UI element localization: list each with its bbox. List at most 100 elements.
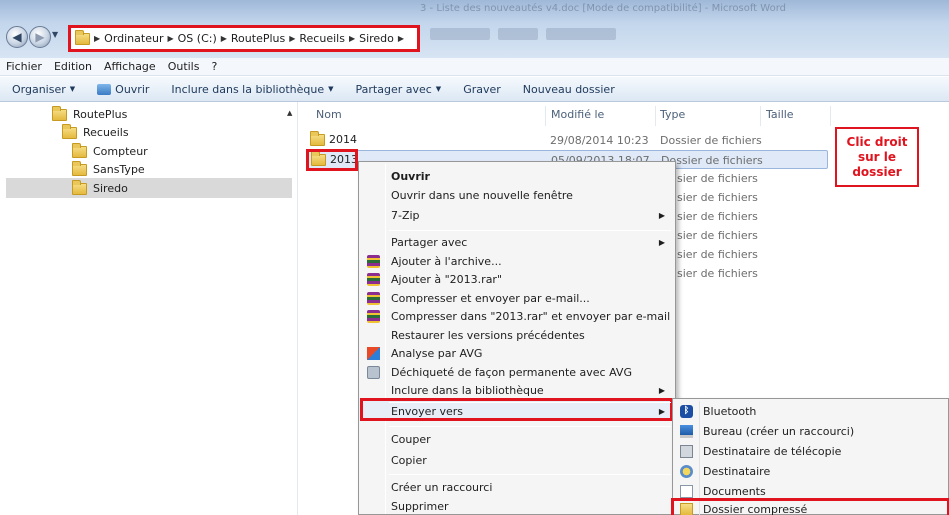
annotation-line: dossier — [852, 165, 902, 179]
open-icon — [97, 83, 112, 95]
breadcrumb-drive[interactable]: OS (C:) — [178, 32, 217, 45]
nouveau-dossier-button[interactable]: Nouveau dossier — [523, 83, 615, 96]
ctx-analyse-avg[interactable]: Analyse par AVG — [359, 344, 675, 363]
menu-help[interactable]: ? — [211, 60, 217, 73]
type-fragment: sier de fichiers — [677, 267, 758, 280]
sendto-bluetooth[interactable]: ᛒ Bluetooth — [673, 402, 948, 421]
chevron-right-icon[interactable]: ▶ — [289, 34, 295, 43]
inclure-bibliotheque-button[interactable]: Inclure dans la bibliothèque ▼ — [171, 83, 333, 96]
ctx-compresser-rar-email[interactable]: Compresser dans "2013.rar" et envoyer pa… — [359, 307, 675, 326]
annotation-line: Clic droit — [846, 135, 908, 149]
ctx-partager-avec[interactable]: Partager avec ▶ — [359, 233, 675, 252]
ctx-supprimer[interactable]: Supprimer — [359, 497, 675, 515]
nouveau-dossier-label: Nouveau dossier — [522, 82, 615, 96]
partager-button[interactable]: Partager avec ▼ — [356, 83, 442, 96]
chevron-right-icon[interactable]: ▶ — [167, 34, 173, 43]
organiser-button[interactable]: Organiser ▼ — [12, 83, 75, 96]
ctx-inclure-bibliotheque[interactable]: Inclure dans la bibliothèque ▶ — [359, 381, 675, 400]
sendto-telecopie[interactable]: Destinataire de télécopie — [673, 442, 948, 461]
ctx-7zip[interactable]: 7-Zip ▶ — [359, 206, 675, 225]
chevron-right-icon[interactable]: ▶ — [349, 34, 355, 43]
tree-item-label: SansType — [93, 163, 145, 176]
navigation-pane[interactable] — [0, 102, 298, 515]
menu-affichage[interactable]: Affichage — [104, 60, 156, 73]
scroll-up-icon[interactable]: ▲ — [287, 109, 292, 117]
chevron-right-icon[interactable]: ▶ — [221, 34, 227, 43]
chevron-down-icon: ▼ — [69, 85, 76, 93]
menu-separator — [389, 426, 671, 427]
tree-item-sanstype[interactable]: SansType — [72, 160, 145, 179]
organiser-label: Organiser — [12, 82, 66, 96]
column-header-taille[interactable]: Taille — [766, 108, 794, 121]
tree-item-recueils[interactable]: Recueils — [62, 123, 129, 142]
menu-fichier[interactable]: Fichier — [6, 60, 42, 73]
chevron-right-icon[interactable]: ▶ — [398, 34, 404, 43]
folder-icon — [310, 130, 325, 146]
column-divider[interactable] — [545, 106, 546, 126]
blurred-toolbar-area — [430, 28, 670, 48]
column-divider[interactable] — [655, 106, 656, 126]
ouvrir-button[interactable]: Ouvrir — [97, 83, 149, 96]
file-row-2014[interactable]: 2014 29/08/2014 10:23 Dossier de fichier… — [308, 130, 828, 150]
ctx-copier[interactable]: Copier — [359, 451, 675, 470]
window-title: 3 - Liste des nouveautés v4.doc [Mode de… — [420, 3, 786, 14]
tree-item-compteur[interactable]: Compteur — [72, 142, 148, 161]
ctx-ouvrir[interactable]: Ouvrir — [359, 167, 675, 186]
menu-separator — [389, 230, 671, 231]
ctx-dechiquete-avg[interactable]: Déchiqueté de façon permanente avec AVG — [359, 363, 675, 382]
chevron-right-icon[interactable]: ▶ — [94, 34, 100, 43]
breadcrumb-routeplus[interactable]: RoutePlus — [231, 32, 285, 45]
column-header-type[interactable]: Type — [660, 108, 685, 121]
mail-recipient-icon — [680, 465, 693, 478]
winrar-icon — [367, 292, 380, 305]
ctx-creer-raccourci[interactable]: Créer un raccourci — [359, 478, 675, 497]
forward-button[interactable]: ▶ — [29, 26, 51, 48]
sendto-destinataire[interactable]: Destinataire — [673, 462, 948, 481]
tree-item-label: Compteur — [93, 145, 148, 158]
ctx-ouvrir-nouvelle-fenetre[interactable]: Ouvrir dans une nouvelle fenêtre — [359, 186, 675, 205]
column-divider[interactable] — [760, 106, 761, 126]
breadcrumb-ordinateur[interactable]: Ordinateur — [104, 32, 163, 45]
ctx-couper[interactable]: Couper — [359, 430, 675, 449]
column-divider[interactable] — [830, 106, 831, 126]
ctx-compresser-email[interactable]: Compresser et envoyer par e-mail... — [359, 289, 675, 308]
ouvrir-label: Ouvrir — [115, 82, 150, 96]
menu-outils[interactable]: Outils — [168, 60, 200, 73]
ctx-ajouter-archive[interactable]: Ajouter à l'archive... — [359, 252, 675, 271]
menu-edition[interactable]: Edition — [54, 60, 92, 73]
dossier-compresse-highlight — [671, 498, 949, 515]
type-fragment: sier de fichiers — [677, 248, 758, 261]
ctx-compresser-email-label: Compresser et envoyer par e-mail... — [391, 292, 590, 305]
ctx-7zip-label: 7-Zip — [391, 209, 420, 222]
ctx-envoyer-vers[interactable]: Envoyer vers ▶ — [359, 402, 675, 421]
documents-icon — [680, 485, 693, 498]
inclure-label: Inclure dans la bibliothèque — [171, 82, 325, 96]
ctx-ajouter-rar[interactable]: Ajouter à "2013.rar" — [359, 270, 675, 289]
sendto-telecopie-label: Destinataire de télécopie — [703, 445, 842, 458]
breadcrumb-recueils[interactable]: Recueils — [299, 32, 345, 45]
tree-item-routeplus[interactable]: RoutePlus — [52, 105, 127, 124]
tree-item-siredo[interactable]: Siredo — [72, 179, 128, 198]
shredder-icon — [367, 366, 380, 379]
annotation-line: sur le — [857, 150, 897, 164]
recent-pages-dropdown[interactable]: ▼ — [52, 30, 62, 44]
tree-item-label: Siredo — [93, 182, 128, 195]
type-fragment: sier de fichiers — [677, 172, 758, 185]
fax-icon — [680, 445, 693, 458]
context-menu: Ouvrir Ouvrir dans une nouvelle fenêtre … — [358, 161, 676, 515]
tree-item-label: Recueils — [83, 126, 129, 139]
tree-selection-highlight — [6, 178, 292, 198]
folder-icon — [75, 29, 90, 45]
column-header-modifie[interactable]: Modifié le — [551, 108, 604, 121]
submenu-arrow-icon: ▶ — [658, 211, 665, 220]
back-button[interactable]: ◀ — [6, 26, 28, 48]
ctx-restaurer-versions[interactable]: Restaurer les versions précédentes — [359, 326, 675, 345]
address-bar[interactable]: ▶ Ordinateur ▶ OS (C:) ▶ RoutePlus ▶ Rec… — [68, 25, 420, 52]
graver-button[interactable]: Graver — [463, 83, 501, 96]
breadcrumb-siredo[interactable]: Siredo — [359, 32, 394, 45]
column-header-nom[interactable]: Nom — [316, 108, 342, 121]
sendto-destinataire-label: Destinataire — [703, 465, 771, 478]
ctx-dechiquete-avg-label: Déchiqueté de façon permanente avec AVG — [391, 366, 632, 379]
sendto-bluetooth-label: Bluetooth — [703, 405, 757, 418]
sendto-bureau[interactable]: Bureau (créer un raccourci) — [673, 422, 948, 441]
